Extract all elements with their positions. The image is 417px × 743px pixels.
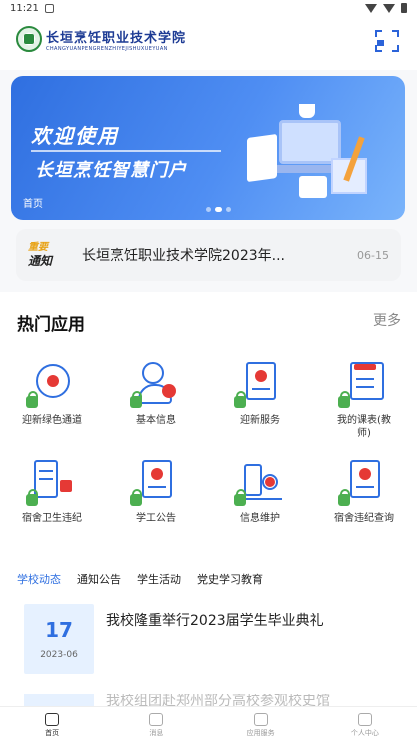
school-emblem-icon	[16, 26, 42, 52]
app-root: 11:21 长垣烹饪职业技术学院 CHANGYUANPENGRENZHIYEJI…	[0, 0, 417, 743]
app-label: 我的课表(教师)	[337, 415, 391, 439]
carousel-dot[interactable]	[206, 207, 211, 212]
user-info-icon	[130, 358, 182, 408]
app-label: 迎新绿色通道	[22, 415, 82, 426]
app-label: 信息维护	[240, 513, 280, 524]
notice-date: 06-15	[357, 248, 389, 262]
lock-icon	[338, 391, 350, 408]
news-title[interactable]: 我校组团赴郑州部分高校参观校史馆	[106, 694, 330, 706]
tab-party-history[interactable]: 党史学习教育	[197, 571, 263, 587]
tab-notices[interactable]: 通知公告	[77, 571, 121, 587]
logo-subtitle: CHANGYUANPENGRENZHIYEJISHUXUEYUAN	[46, 45, 168, 52]
notice-bar[interactable]: 重要 通知 长垣烹饪职业技术学院2023年... 06-15	[16, 229, 401, 281]
app-grid: 迎新绿色通道 基本信息 迎新服务 我的课表(教师) 宿舍卫生违纪 学工公告 信息…	[0, 358, 417, 525]
app-label: 基本信息	[136, 415, 176, 426]
app-item-dorm-hygiene[interactable]: 宿舍卫生违纪	[0, 456, 104, 525]
app-item-dorm-violation-query[interactable]: 宿舍违纪查询	[312, 456, 416, 525]
lock-icon	[130, 489, 142, 506]
battery-icon	[401, 3, 407, 13]
bottom-nav: 首页 消息 应用服务 个人中心	[0, 706, 417, 743]
status-bar: 11:21	[0, 0, 417, 16]
building-user-icon	[234, 456, 286, 506]
app-label: 迎新服务	[240, 415, 280, 426]
lock-icon	[130, 391, 142, 408]
news-list: 17 2023-06 我校隆重举行2023届学生毕业典礼 我校组团赴郑州部分高校…	[0, 596, 417, 708]
app-item-info-maintenance[interactable]: 信息维护	[208, 456, 312, 525]
app-item-basic-info[interactable]: 基本信息	[104, 358, 208, 440]
banner-divider	[31, 150, 221, 152]
dorm-query-icon	[338, 456, 390, 506]
banner-illustration	[239, 96, 389, 206]
home-icon	[45, 712, 60, 726]
wifi-icon	[365, 3, 377, 13]
banner-label: 首页	[23, 199, 43, 210]
status-time: 11:21	[10, 2, 39, 14]
schedule-icon	[338, 358, 390, 408]
lock-icon	[26, 391, 38, 408]
notice-text[interactable]: 长垣烹饪职业技术学院2023年...	[82, 245, 349, 265]
important-notice-badge: 重要 通知	[28, 242, 53, 268]
cube-icon	[253, 712, 268, 726]
nav-messages[interactable]: 消息	[104, 707, 208, 743]
app-item-welcome-service[interactable]: 迎新服务	[208, 358, 312, 440]
bell-icon	[149, 712, 164, 726]
nav-home[interactable]: 首页	[0, 707, 104, 743]
lock-icon	[234, 489, 246, 506]
lock-icon	[26, 489, 38, 506]
lock-icon	[234, 391, 246, 408]
scan-icon[interactable]	[375, 30, 399, 52]
news-date-box: 17 2023-06	[24, 604, 94, 674]
app-item-welcome-green-channel[interactable]: 迎新绿色通道	[0, 358, 104, 440]
signal-icon	[383, 3, 395, 13]
app-label: 宿舍卫生违纪	[22, 513, 82, 524]
service-doc-icon	[234, 358, 286, 408]
logo-title: 长垣烹饪职业技术学院	[46, 30, 187, 46]
nav-profile[interactable]: 个人中心	[313, 707, 417, 743]
user-icon	[357, 712, 372, 726]
carousel-dot-active[interactable]	[215, 207, 222, 212]
carousel-dot[interactable]	[226, 207, 231, 212]
app-label: 宿舍违纪查询	[334, 513, 394, 524]
dorm-flag-icon	[26, 456, 78, 506]
app-header: 长垣烹饪职业技术学院 CHANGYUANPENGRENZHIYEJISHUXUE…	[0, 16, 417, 70]
carousel-indicator[interactable]	[206, 207, 231, 212]
money-bag-icon	[26, 358, 78, 408]
tab-student-activities[interactable]: 学生活动	[137, 571, 181, 587]
school-logo: 长垣烹饪职业技术学院 CHANGYUANPENGRENZHIYEJISHUXUE…	[16, 26, 186, 52]
app-item-student-announcement[interactable]: 学工公告	[104, 456, 208, 525]
lock-icon	[338, 489, 350, 506]
news-tabs: 学校动态 通知公告 学生活动 党史学习教育	[0, 562, 417, 596]
news-year-month: 2023-06	[40, 650, 78, 660]
hot-apps-title: 热门应用	[17, 315, 85, 335]
list-item[interactable]: 17 2023-06 我校隆重举行2023届学生毕业典礼	[24, 604, 404, 674]
notification-icon	[44, 3, 54, 13]
tab-school-news[interactable]: 学校动态	[17, 571, 61, 587]
app-label: 学工公告	[136, 513, 176, 524]
announcement-doc-icon	[130, 456, 182, 506]
nav-app-services[interactable]: 应用服务	[209, 707, 313, 743]
more-link[interactable]: 更多	[373, 310, 401, 330]
app-item-my-schedule[interactable]: 我的课表(教师)	[312, 358, 416, 440]
banner-title: 长垣烹饪智慧门户	[35, 160, 187, 181]
news-title[interactable]: 我校隆重举行2023届学生毕业典礼	[106, 610, 324, 674]
hot-apps-section: 热门应用 更多 迎新绿色通道 基本信息 迎新服务 我的课表(教师) 宿舍卫生违纪…	[0, 292, 417, 562]
banner-carousel[interactable]: 欢迎使用 长垣烹饪智慧门户 首页	[11, 76, 405, 220]
news-day: 17	[45, 618, 73, 642]
banner-welcome: 欢迎使用	[31, 124, 119, 148]
